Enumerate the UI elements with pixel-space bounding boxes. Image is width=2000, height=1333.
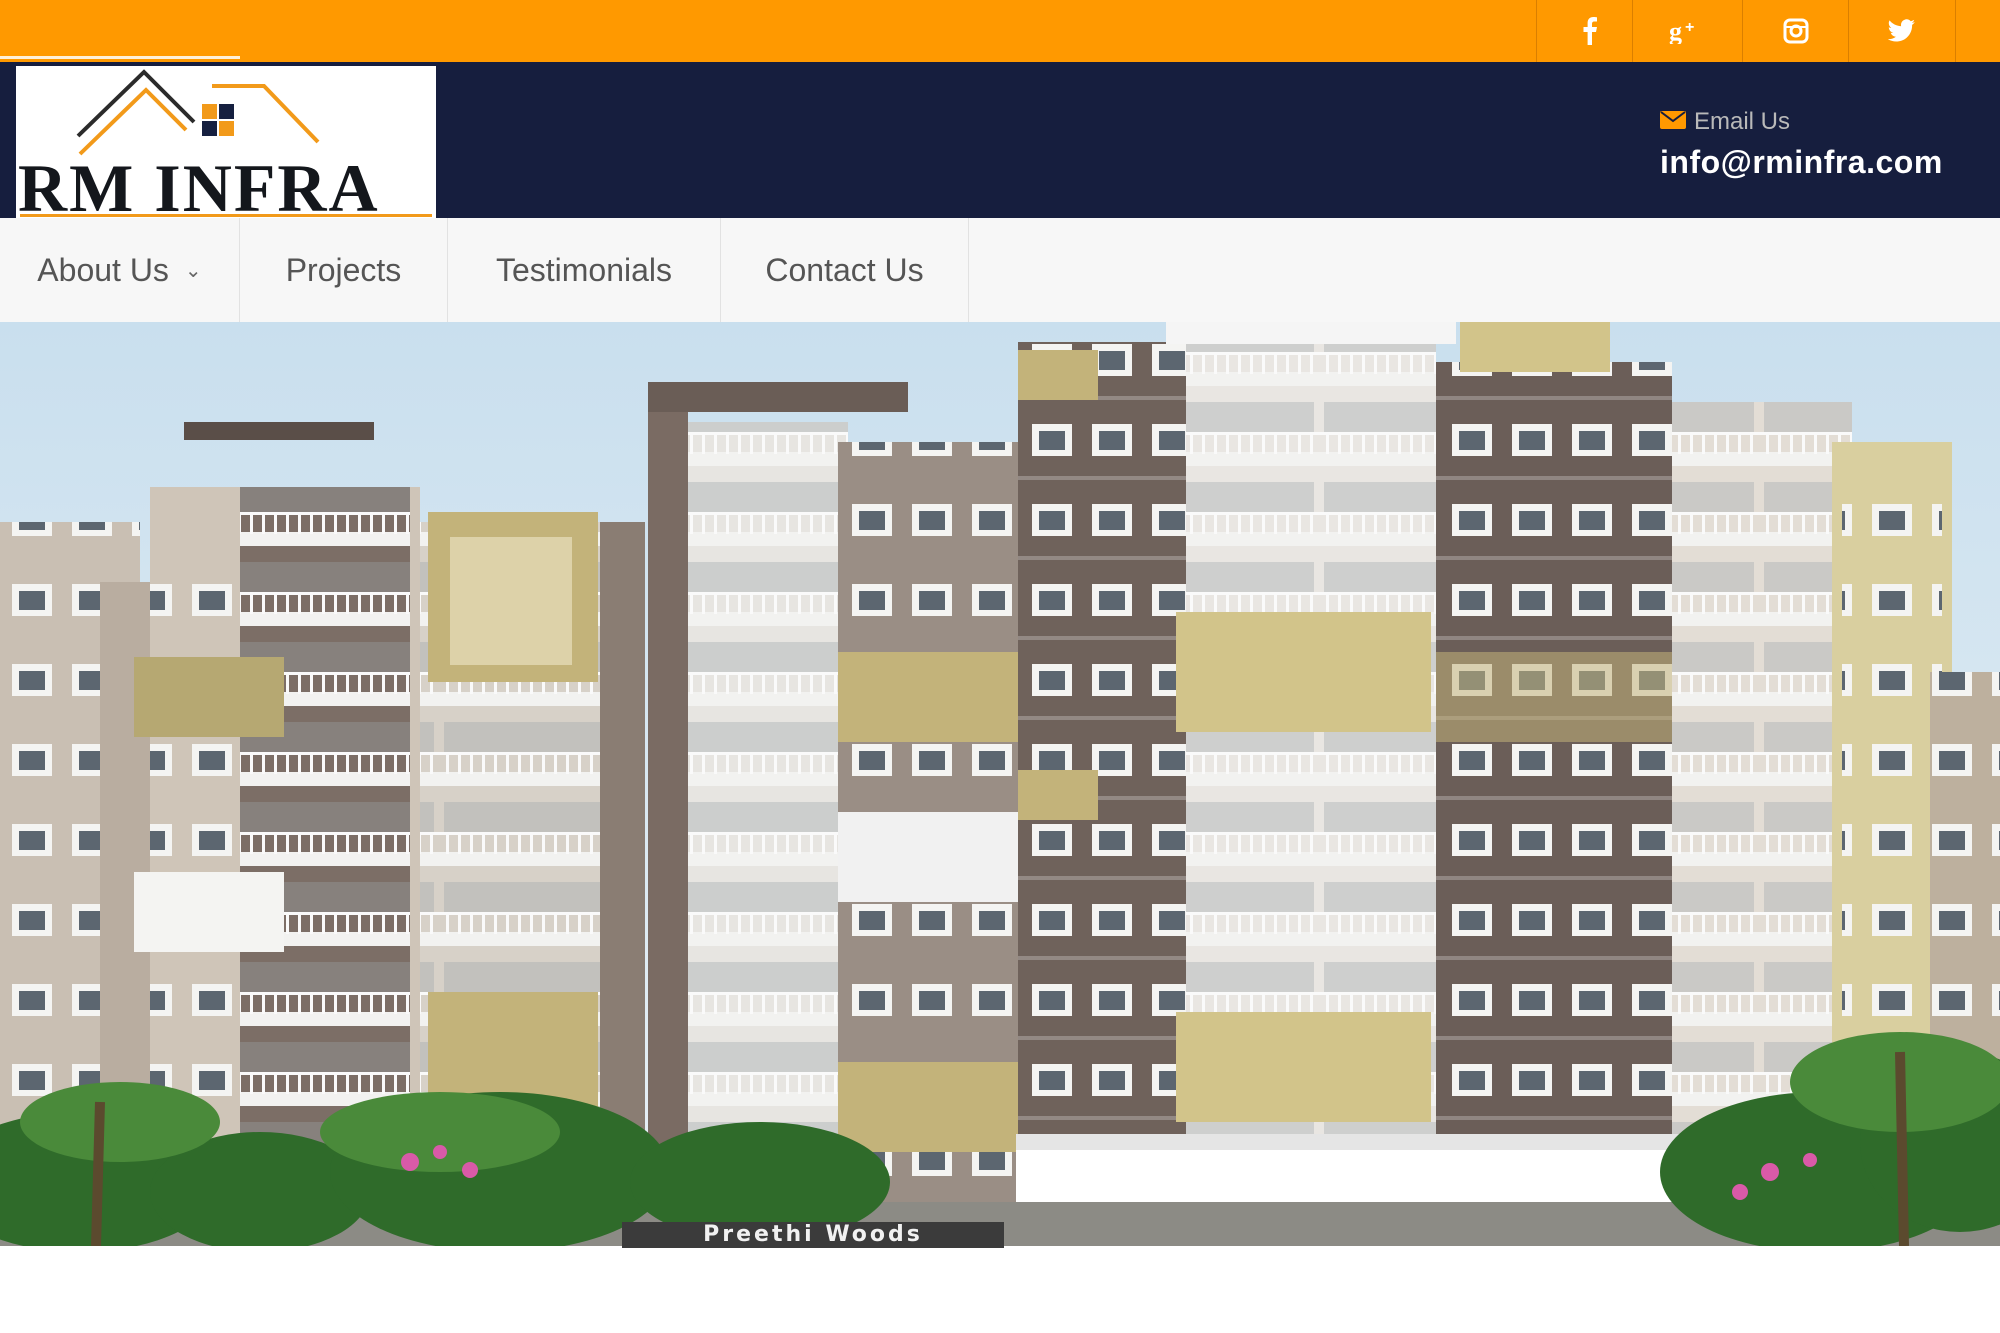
top-bar-accent-line — [0, 56, 240, 59]
nav-item-about-us[interactable]: About Us ⌄ — [0, 218, 240, 322]
nav-item-label: Contact Us — [765, 251, 924, 288]
svg-text:+: + — [1685, 19, 1694, 36]
google-plus-link[interactable]: g + — [1632, 0, 1739, 62]
main-navigation: About Us ⌄ Projects Testimonials Contact… — [0, 218, 2000, 322]
email-label-row: Email Us — [1660, 108, 1960, 136]
nav-item-label: Testimonials — [495, 251, 673, 288]
chevron-down-icon: ⌄ — [184, 259, 202, 282]
facebook-link[interactable] — [1536, 0, 1643, 62]
nav-item-contact-us[interactable]: Contact Us — [721, 218, 969, 322]
nav-item-testimonials[interactable]: Testimonials — [448, 218, 721, 322]
nav-item-projects[interactable]: Projects — [240, 218, 448, 322]
apartment-buildings-illustration — [0, 322, 2000, 1246]
google-plus-icon: g + — [1669, 18, 1703, 44]
instagram-icon — [1783, 18, 1809, 44]
house-roof-icon — [76, 69, 320, 156]
hero-banner-image — [0, 322, 2000, 1246]
email-address-link[interactable]: info@rminfra.com — [1660, 144, 1960, 181]
logo-wordmark: RM INFRA — [18, 150, 380, 226]
facebook-icon — [1581, 17, 1599, 45]
site-logo[interactable]: RM INFRA — [16, 66, 436, 222]
envelope-icon — [1660, 108, 1686, 136]
nav-item-label: About Us — [37, 251, 169, 288]
top-social-bar: g + — [0, 0, 2000, 62]
svg-text:g: g — [1669, 18, 1682, 44]
email-contact: Email Us info@rminfra.com — [1660, 108, 1960, 181]
nav-item-label: Projects — [285, 251, 402, 288]
hero-caption: Preethi Woods — [622, 1222, 1004, 1248]
twitter-icon — [1888, 19, 1916, 43]
logo-underline — [20, 214, 432, 217]
twitter-link[interactable] — [1848, 0, 1956, 62]
instagram-link[interactable] — [1742, 0, 1849, 62]
email-label: Email Us — [1694, 108, 1791, 135]
